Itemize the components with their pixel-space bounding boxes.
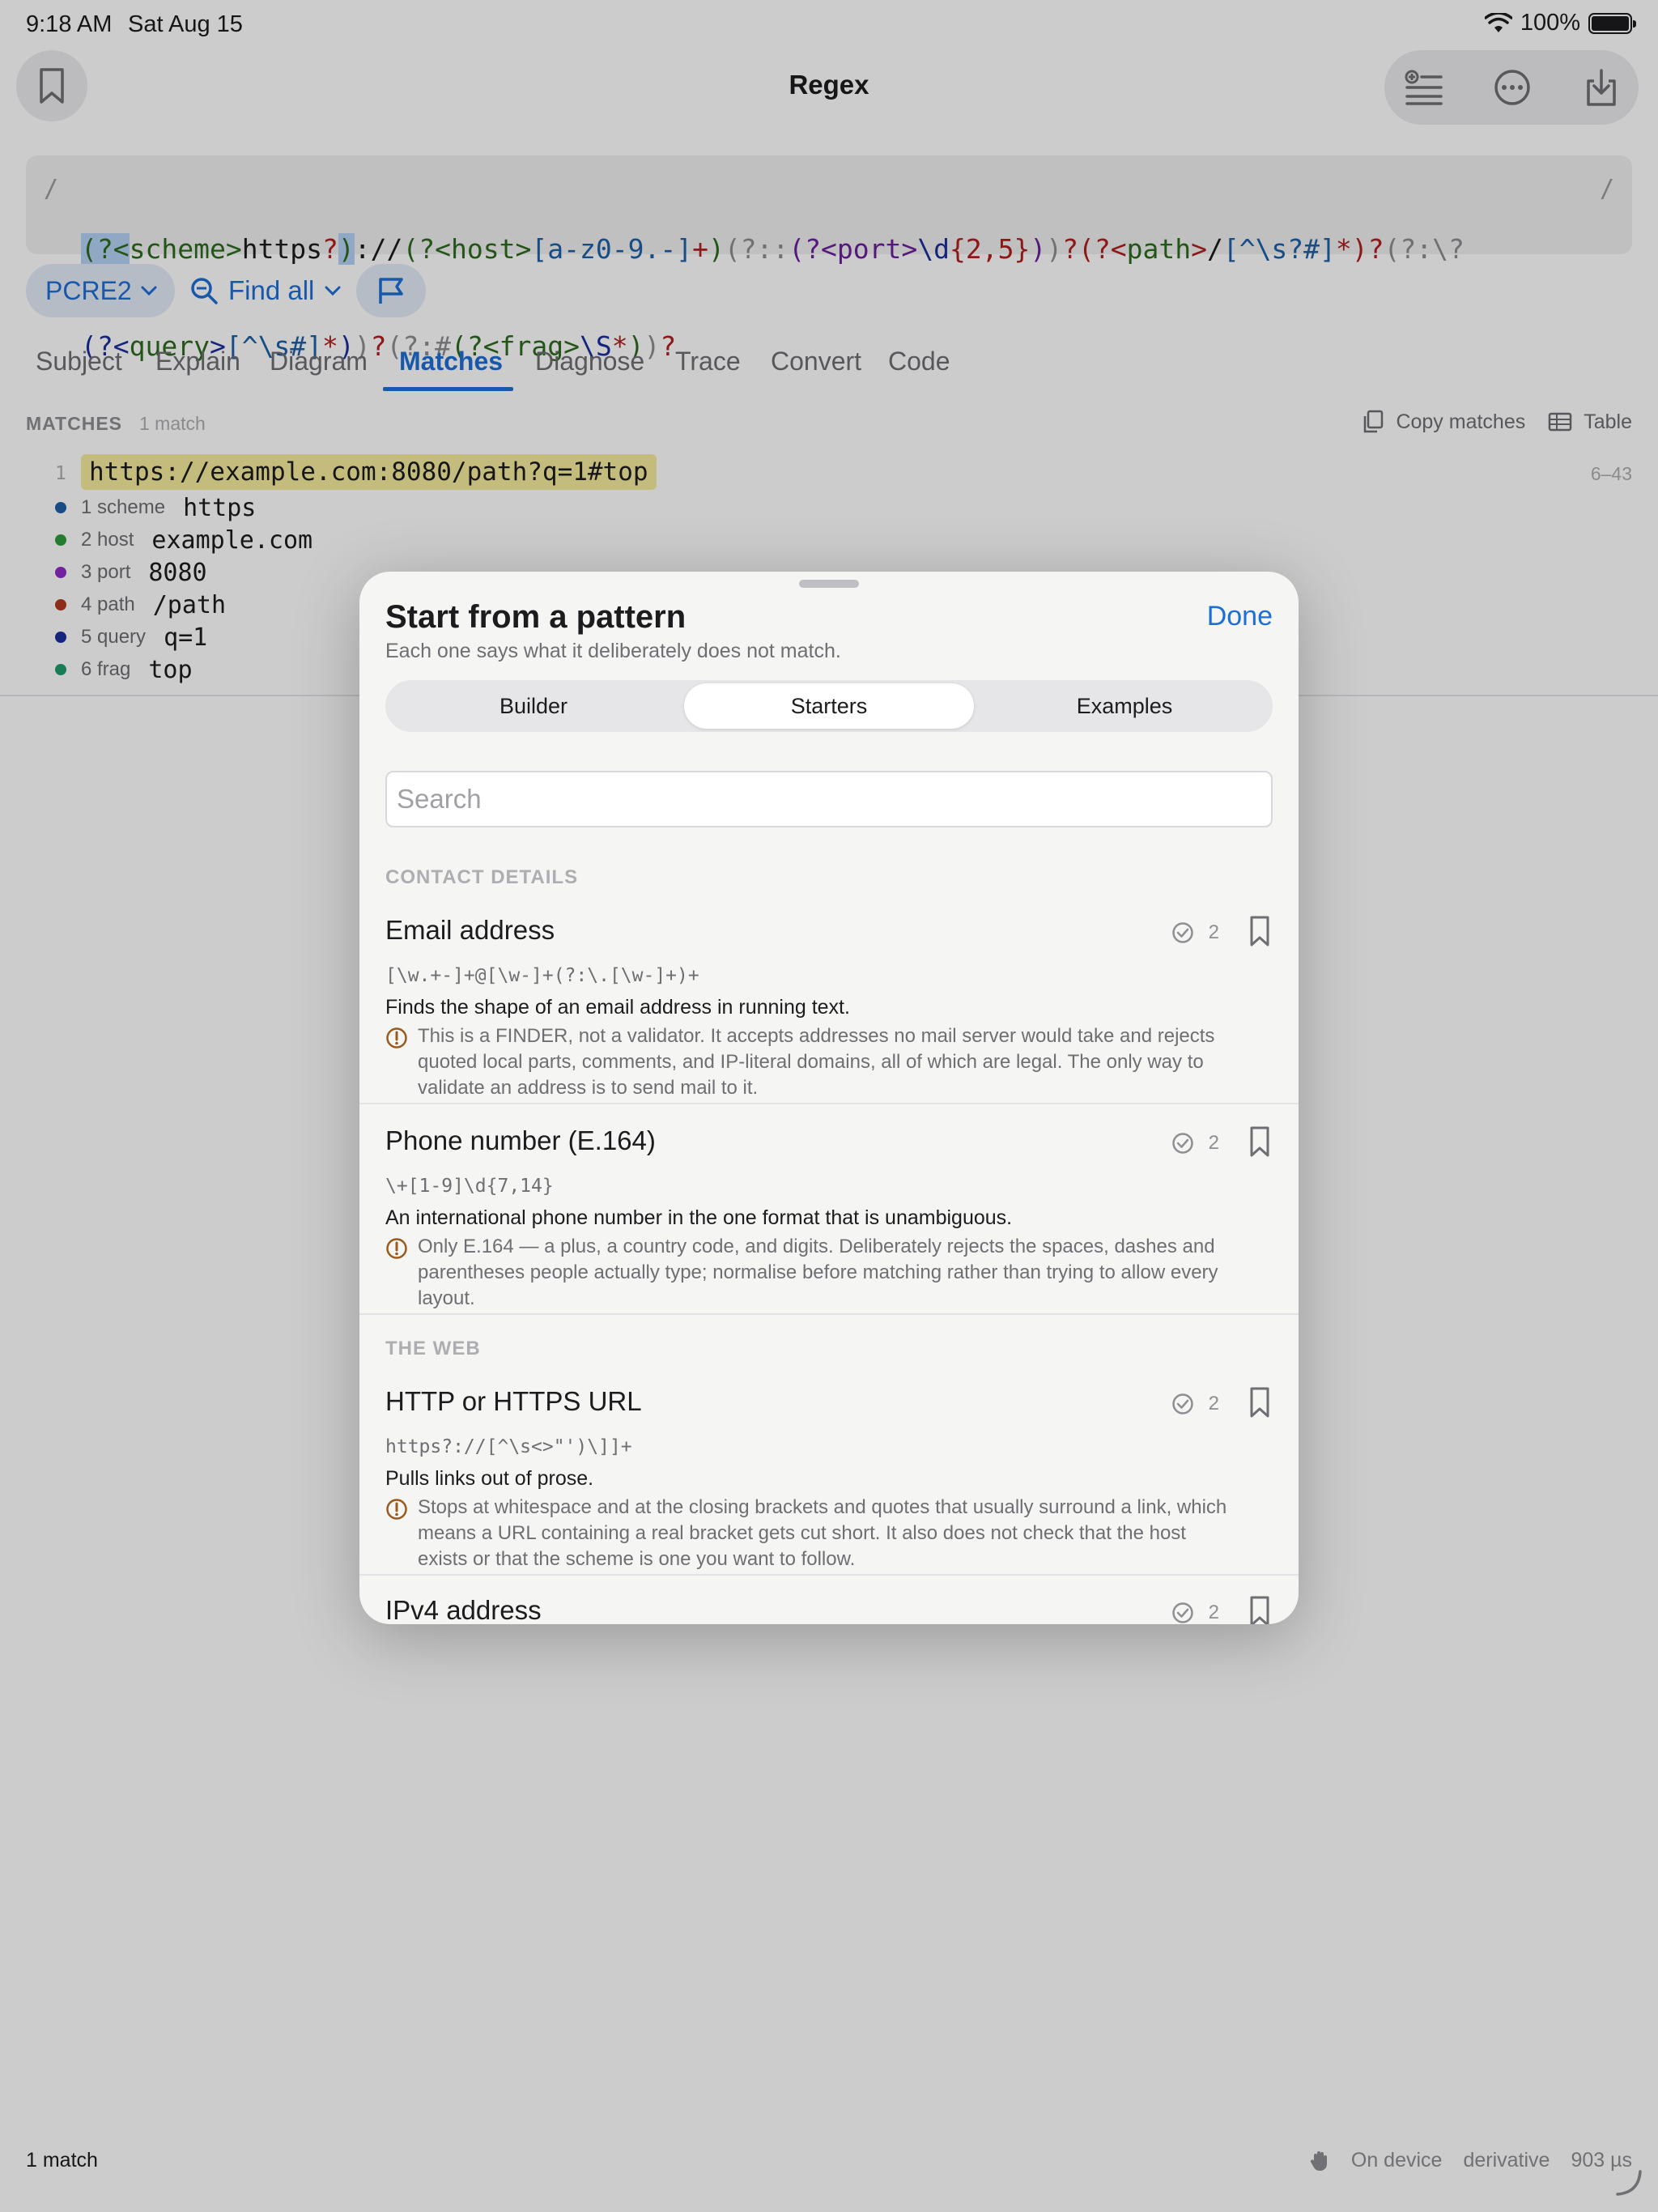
starter-test-count: 2: [1171, 1393, 1219, 1415]
starter-item-email[interactable]: Email address 2 [\w.+-]+@[\w-]+(?:\.[\w-…: [359, 904, 1299, 1114]
segment-builder[interactable]: Builder: [389, 683, 678, 729]
sheet-title: Start from a pattern: [385, 599, 687, 635]
resize-handle-icon[interactable]: [1614, 2168, 1643, 2197]
sheet-grabber[interactable]: [799, 580, 859, 588]
save-starter-button[interactable]: [1248, 1595, 1271, 1624]
starter-pattern: https?://[^\s<>"')\]]+: [385, 1436, 632, 1457]
warning-icon: [385, 1027, 408, 1053]
segment-examples[interactable]: Examples: [980, 683, 1269, 729]
category-header: CONTACT DETAILS: [385, 866, 579, 888]
starter-warning: This is a FINDER, not a validator. It ac…: [418, 1025, 1215, 1099]
sheet-subtitle: Each one says what it deliberately does …: [385, 640, 841, 662]
starter-warning: Only E.164 — a plus, a country code, and…: [418, 1236, 1218, 1309]
starter-name: IPv4 address: [385, 1595, 542, 1624]
save-starter-button[interactable]: [1248, 915, 1271, 951]
segment-starters[interactable]: Starters: [684, 683, 974, 729]
starter-test-count: 2: [1171, 1602, 1219, 1624]
starter-warning: Stops at whitespace and at the closing b…: [418, 1496, 1227, 1570]
starter-test-count: 2: [1171, 921, 1219, 944]
starter-test-count: 2: [1171, 1132, 1219, 1155]
starter-pattern: [\w.+-]+@[\w-]+(?:\.[\w-]+)+: [385, 965, 699, 986]
starter-description: Pulls links out of prose.: [385, 1467, 594, 1490]
starter-name: Phone number (E.164): [385, 1125, 656, 1155]
save-starter-button[interactable]: [1248, 1386, 1271, 1423]
warning-icon: [385, 1237, 408, 1264]
bookmark-icon: [1250, 1596, 1269, 1624]
check-circle-icon: [1171, 1393, 1193, 1414]
bookmark-icon: [1250, 1387, 1269, 1418]
bookmark-icon: [1250, 916, 1269, 946]
starter-description: Finds the shape of an email address in r…: [385, 996, 850, 1019]
starter-item-phone[interactable]: Phone number (E.164) 2 \+[1-9]\d{7,14} A…: [359, 1114, 1299, 1325]
check-circle-icon: [1171, 922, 1193, 943]
starter-name: HTTP or HTTPS URL: [385, 1386, 642, 1416]
search-input[interactable]: [385, 771, 1273, 827]
done-button[interactable]: Done: [1207, 601, 1273, 632]
starter-pattern: \+[1-9]\d{7,14}: [385, 1176, 554, 1197]
bookmark-icon: [1250, 1126, 1269, 1157]
starter-name: Email address: [385, 915, 555, 945]
check-circle-icon: [1171, 1602, 1193, 1623]
starter-count: 2: [1208, 1132, 1219, 1154]
starter-count: 2: [1208, 1602, 1219, 1623]
starter-item-ipv4[interactable]: IPv4 address 2: [359, 1585, 1299, 1624]
starter-description: An international phone number in the one…: [385, 1206, 1013, 1229]
pattern-sheet: Start from a pattern Each one says what …: [359, 572, 1299, 1624]
warning-icon: [385, 1498, 408, 1525]
divider: [359, 1574, 1299, 1576]
segmented-control: Builder Starters Examples: [385, 680, 1273, 732]
divider: [359, 1103, 1299, 1104]
save-starter-button[interactable]: [1248, 1125, 1271, 1162]
starter-count: 2: [1208, 1393, 1219, 1414]
starter-count: 2: [1208, 921, 1219, 943]
divider: [359, 1313, 1299, 1315]
category-header: THE WEB: [385, 1338, 481, 1359]
check-circle-icon: [1171, 1133, 1193, 1154]
starter-item-url[interactable]: HTTP or HTTPS URL 2 https?://[^\s<>"')\]…: [359, 1375, 1299, 1585]
